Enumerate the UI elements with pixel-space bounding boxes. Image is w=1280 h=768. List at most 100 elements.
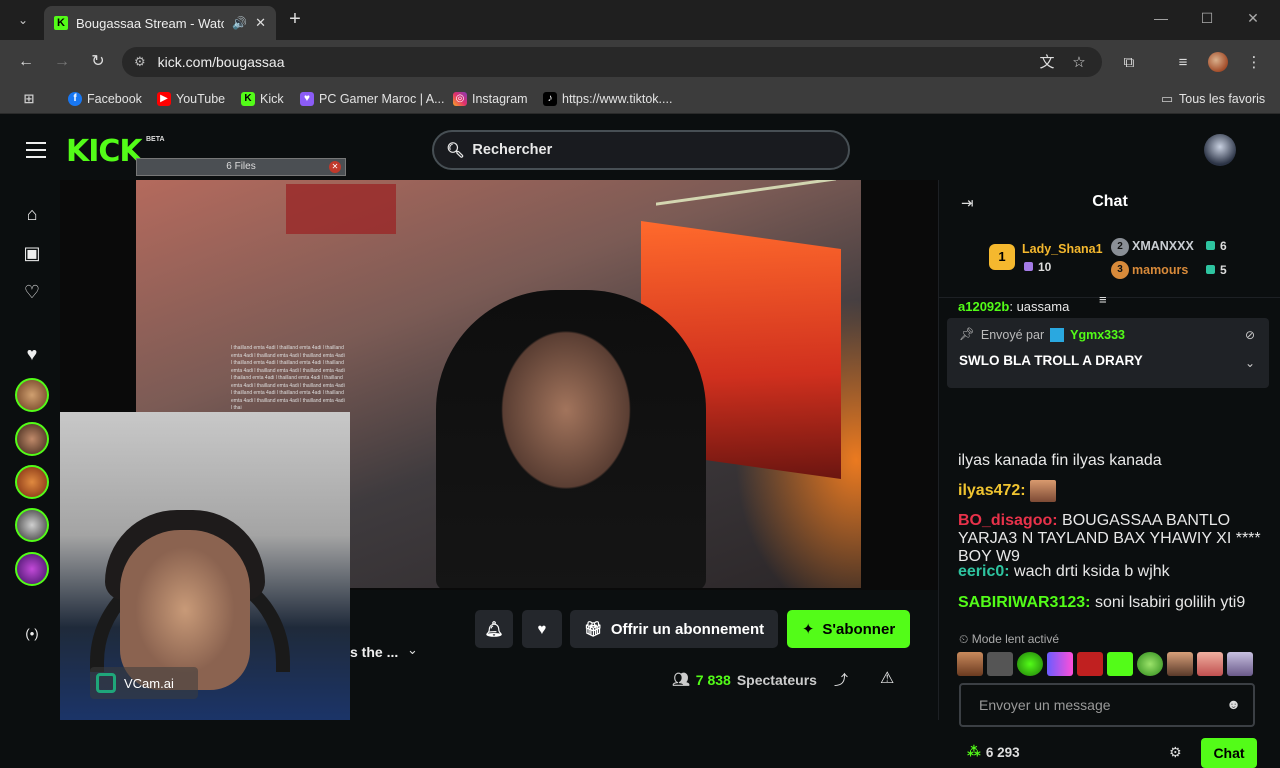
tiktok-icon: ♪ — [543, 92, 557, 106]
channel-points[interactable]: ⁂ 6 293 — [967, 744, 1020, 760]
kick-page: KICK BETA 6 Files ✕ 🔍︎ Rechercher ⌂ ▣ ♡ … — [0, 120, 1280, 768]
maximize-button[interactable]: ☐ — [1192, 10, 1222, 27]
translate-icon[interactable]: 文 — [1036, 52, 1058, 74]
emote-icon — [1030, 480, 1057, 502]
emote-icon[interactable] — [957, 652, 983, 676]
reload-icon[interactable]: ↻ — [86, 50, 110, 74]
user-avatar[interactable] — [1204, 134, 1236, 166]
home-icon[interactable]: ⌂ — [20, 202, 44, 226]
chat-message-partial: a12092b: uassama — [958, 300, 1070, 314]
following-heart-icon[interactable]: ♡ — [20, 280, 44, 304]
browser-menu-icon[interactable]: ⋮ — [1243, 52, 1265, 74]
leaderboard-count: 6 — [1206, 239, 1227, 253]
bookmark-tiktok[interactable]: ♪ https://www.tiktok.... — [543, 92, 672, 106]
emote-icon[interactable] — [1167, 652, 1193, 676]
tab-search-chevron-icon[interactable]: ⌄ — [10, 8, 36, 32]
kick-favicon-icon: K — [54, 16, 68, 30]
chat-message: ilyas472: — [958, 480, 1268, 502]
chat-settings-gear-icon[interactable]: ⚙ — [1169, 744, 1182, 761]
followed-channel-avatar[interactable] — [15, 422, 49, 456]
emote-icon[interactable] — [1047, 652, 1073, 676]
followed-channel-avatar[interactable] — [15, 465, 49, 499]
close-files-icon[interactable]: ✕ — [329, 161, 341, 173]
streamer-figure — [436, 290, 706, 588]
minimize-button[interactable]: — — [1146, 10, 1176, 26]
facebook-icon: f — [68, 92, 82, 106]
sender-badge-icon — [1050, 327, 1065, 342]
followed-channel-avatar[interactable] — [15, 552, 49, 586]
live-broadcast-icon[interactable]: (•) — [20, 622, 44, 646]
gift-icon: 🎁︎ — [583, 621, 603, 638]
emote-bar — [957, 652, 1273, 678]
bookmark-star-icon[interactable]: ☆ — [1068, 52, 1090, 74]
leaderboard-name[interactable]: XMANXXX — [1132, 239, 1194, 253]
chat-input-placeholder: Envoyer un message — [979, 697, 1111, 713]
overlay-chat-line: emta 4adi l thailland emta 4adi l thaill… — [231, 397, 345, 404]
search-input[interactable]: 🔍︎ Rechercher — [432, 130, 850, 170]
close-window-button[interactable]: ✕ — [1238, 10, 1268, 27]
browse-icon[interactable]: ▣ — [20, 241, 44, 265]
emote-icon[interactable] — [1107, 652, 1133, 676]
report-warning-icon[interactable]: ⚠ — [880, 668, 894, 688]
chat-message: ilyas kanada fin ilyas kanada — [958, 452, 1162, 469]
forward-arrow-icon[interactable]: → — [50, 50, 74, 74]
stream-title: s the ... — [350, 644, 399, 660]
browser-tab-active[interactable]: K Bougassaa Stream - Watch 🔊 ✕ — [44, 6, 276, 40]
leaderboard-count: 10 — [1024, 260, 1051, 274]
sparkle-icon: ✦ — [801, 621, 815, 638]
gift-leaderboard: 1 Lady_Shana1 10 2 XMANXXX 6 3 mamours 5 — [939, 222, 1280, 298]
face-shape — [120, 530, 250, 690]
tab-close-icon[interactable]: ✕ — [255, 15, 266, 31]
site-info-icon[interactable]: ⚙ — [134, 54, 146, 70]
bookmark-instagram[interactable]: ◎ Instagram — [453, 92, 528, 106]
leaderboard-name[interactable]: Lady_Shana1 — [1022, 242, 1103, 256]
address-bar[interactable]: ⚙ kick.com/bougassaa — [122, 47, 1102, 77]
emote-icon[interactable] — [987, 652, 1013, 676]
bookmark-facebook[interactable]: f Facebook — [68, 92, 142, 106]
pinned-sender[interactable]: Ygmx333 — [1070, 328, 1125, 342]
vcam-watermark: VCam.ai — [90, 667, 198, 699]
bookmark-youtube[interactable]: ▶ YouTube — [157, 92, 225, 106]
media-control-icon[interactable]: ≡ — [1172, 52, 1194, 74]
emote-icon[interactable] — [1137, 652, 1163, 676]
emote-icon[interactable] — [1077, 652, 1103, 676]
url-text: kick.com/bougassaa — [157, 54, 285, 70]
new-tab-button[interactable]: + — [284, 8, 306, 30]
followed-channel-avatar[interactable] — [15, 378, 49, 412]
emote-icon[interactable] — [1227, 652, 1253, 676]
audio-playing-icon[interactable]: 🔊 — [232, 16, 247, 30]
files-overlay-bar: 6 Files ✕ — [136, 158, 346, 176]
emote-icon[interactable] — [1017, 652, 1043, 676]
notification-bell-button[interactable]: 🔔︎ — [475, 610, 513, 648]
overlay-chat-line: l thailland emta 4adi l thailland emta 4… — [231, 345, 344, 351]
emoji-picker-icon[interactable]: ☻ — [1226, 696, 1241, 712]
viewer-count: 👥︎ 7 838 Spectateurs — [672, 671, 817, 688]
menu-hamburger-icon[interactable] — [26, 142, 46, 158]
chevron-down-icon[interactable]: ⌄ — [407, 642, 418, 658]
browser-profile-avatar[interactable] — [1208, 52, 1228, 72]
chevron-down-icon[interactable]: ⌄ — [1245, 356, 1255, 370]
overlay-chat-line: l thailland emta 4adi l thailland emta 4… — [231, 390, 344, 396]
gift-subscription-button[interactable]: 🎁︎ Offrir un abonnement — [570, 610, 778, 648]
apps-grid-icon[interactable]: ⊞ — [22, 92, 36, 106]
overlay-chat-line: emta 4adi l thailland emta 4adi l thaill… — [231, 382, 345, 389]
leaderboard-name[interactable]: mamours — [1132, 263, 1188, 277]
extensions-icon[interactable]: ⧉ — [1118, 52, 1140, 74]
pinned-message: 📌︎ Envoyé par Ygmx333 SWLO BLA TROLL A D… — [947, 318, 1269, 388]
hide-pin-icon[interactable]: ⊘ — [1245, 328, 1255, 342]
viewers-icon: 👥︎ — [672, 671, 690, 687]
beta-label: BETA — [146, 136, 165, 143]
share-icon[interactable]: ⤴ — [834, 670, 848, 690]
chat-message-input[interactable]: Envoyer un message ☻ — [959, 683, 1255, 727]
kick-logo[interactable]: KICK — [66, 134, 143, 169]
send-chat-button[interactable]: Chat — [1201, 738, 1257, 768]
bookmark-pcgamer[interactable]: ♥ PC Gamer Maroc | A... — [300, 92, 445, 106]
back-arrow-icon[interactable]: ← — [14, 50, 38, 74]
followed-channel-avatar[interactable] — [15, 508, 49, 542]
emote-icon[interactable] — [1197, 652, 1223, 676]
scroll-to-latest-icon[interactable]: ≡ — [1099, 292, 1107, 307]
follow-heart-button[interactable]: ♥ — [522, 610, 562, 648]
bookmark-kick[interactable]: K Kick — [241, 92, 284, 106]
subscribe-button[interactable]: ✦ S'abonner — [787, 610, 910, 648]
all-bookmarks-folder[interactable]: ▭ Tous les favoris — [1160, 92, 1265, 107]
